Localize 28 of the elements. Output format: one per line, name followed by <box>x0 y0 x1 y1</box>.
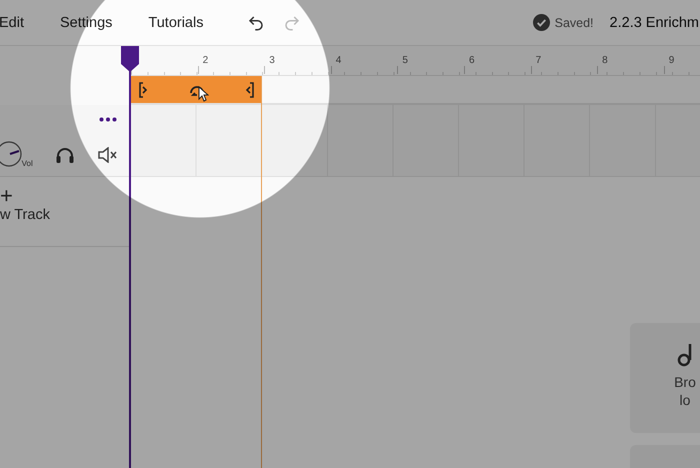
loop-region[interactable] <box>131 76 262 103</box>
mute-icon[interactable] <box>98 146 118 162</box>
volume-knob[interactable] <box>0 140 22 166</box>
loop-end-icon[interactable] <box>244 82 254 98</box>
bar-number: 3 <box>269 55 275 66</box>
card-text: lo <box>680 391 690 409</box>
bar-number: 2 <box>202 55 208 66</box>
bar-number: 8 <box>602 55 608 66</box>
bar-number: 4 <box>336 55 342 66</box>
headphones-icon[interactable] <box>54 146 75 164</box>
menu-item[interactable]: Tutorials <box>148 14 204 30</box>
more-icon[interactable] <box>99 116 118 122</box>
check-circle-icon <box>532 14 550 31</box>
bar-number: 6 <box>468 55 475 66</box>
undo-button[interactable] <box>247 14 266 32</box>
save-status: Saved! <box>554 16 594 30</box>
bar-number: 7 <box>536 55 542 66</box>
card-text: Bro <box>674 373 696 391</box>
loop-start-icon[interactable] <box>139 82 149 98</box>
project-title: 2.2.3 Enrichm <box>610 14 699 30</box>
bar-number: 9 <box>668 55 674 66</box>
playhead-handle[interactable] <box>121 46 139 72</box>
bar-number: 5 <box>402 55 408 66</box>
music-note-icon <box>676 343 694 367</box>
browse-card[interactable]: Bro lo <box>630 323 700 433</box>
cursor-icon <box>198 86 209 102</box>
volume-label: Vol <box>22 158 33 168</box>
menu-item[interactable]: Edit <box>0 14 24 30</box>
